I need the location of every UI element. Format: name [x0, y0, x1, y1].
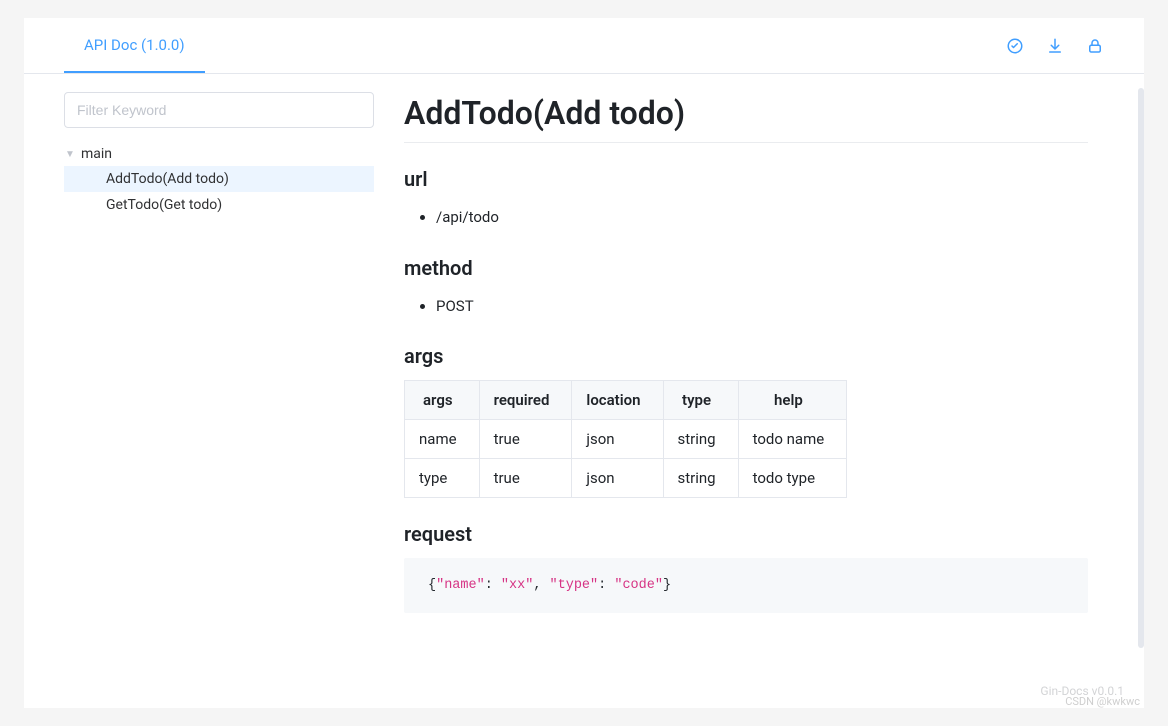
sidebar-item-0[interactable]: AddTodo(Add todo) [64, 166, 374, 192]
table-cell: json [572, 420, 663, 459]
section-heading-request: request [404, 522, 1088, 546]
table-cell: string [663, 459, 738, 498]
table-cell: name [405, 420, 480, 459]
request-code-block: {"name": "xx", "type": "code"} [404, 558, 1088, 613]
code-token: : [485, 578, 501, 593]
table-cell: true [479, 459, 572, 498]
header-bar: API Doc (1.0.0) [24, 18, 1144, 74]
section-heading-url: url [404, 167, 1088, 191]
table-cell: json [572, 459, 663, 498]
args-col-required: required [479, 381, 572, 420]
table-cell: true [479, 420, 572, 459]
code-token: "code" [614, 578, 663, 593]
code-token: "name" [436, 578, 485, 593]
tree-group-toggle[interactable]: ▼ main [64, 142, 374, 166]
download-icon[interactable] [1046, 37, 1064, 55]
title-separator [404, 142, 1088, 143]
sidebar: ▼ main AddTodo(Add todo)GetTodo(Get todo… [24, 74, 374, 704]
args-table: argsrequiredlocationtypehelp nametruejso… [404, 380, 847, 498]
code-token: { [428, 578, 436, 593]
table-row: nametruejsonstringtodo name [405, 420, 847, 459]
tab-api-doc[interactable]: API Doc (1.0.0) [64, 18, 205, 73]
lock-icon[interactable] [1086, 37, 1104, 55]
url-value: /api/todo [436, 203, 1088, 232]
body-area: ▼ main AddTodo(Add todo)GetTodo(Get todo… [24, 74, 1144, 704]
args-col-type: type [663, 381, 738, 420]
code-token: "type" [550, 578, 599, 593]
content-pane: AddTodo(Add todo) url /api/todo method P… [374, 74, 1144, 704]
code-token: } [663, 578, 671, 593]
section-heading-method: method [404, 256, 1088, 280]
search-input[interactable] [64, 92, 374, 128]
table-cell: type [405, 459, 480, 498]
table-row: typetruejsonstringtodo type [405, 459, 847, 498]
args-col-args: args [405, 381, 480, 420]
code-token: "xx" [501, 578, 533, 593]
api-tree: ▼ main AddTodo(Add todo)GetTodo(Get todo… [64, 142, 374, 218]
method-value: POST [436, 292, 1088, 321]
header-actions [1006, 37, 1104, 55]
args-col-help: help [738, 381, 847, 420]
chevron-down-icon: ▼ [64, 149, 76, 160]
code-token: : [598, 578, 614, 593]
tree-group-main: ▼ main AddTodo(Add todo)GetTodo(Get todo… [64, 142, 374, 218]
scrollbar[interactable] [1138, 88, 1144, 648]
page-title: AddTodo(Add todo) [404, 94, 1088, 132]
watermark: CSDN @kwkwc [1065, 695, 1140, 708]
app-window: API Doc (1.0.0) [24, 18, 1144, 708]
section-heading-args: args [404, 344, 1088, 368]
code-token: , [533, 578, 549, 593]
table-cell: todo type [738, 459, 847, 498]
tab-strip: API Doc (1.0.0) [64, 18, 205, 73]
table-cell: string [663, 420, 738, 459]
table-cell: todo name [738, 420, 847, 459]
tree-group-label-text: main [81, 146, 112, 162]
refresh-icon[interactable] [1006, 37, 1024, 55]
sidebar-item-1[interactable]: GetTodo(Get todo) [64, 192, 374, 218]
args-col-location: location [572, 381, 663, 420]
